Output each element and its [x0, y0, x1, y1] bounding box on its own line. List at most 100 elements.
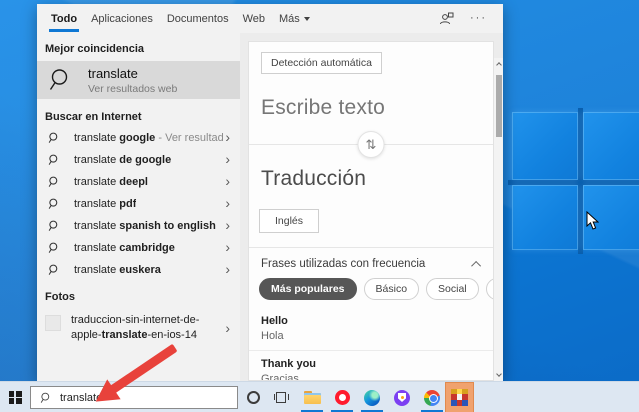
chrome-button[interactable] [417, 382, 447, 412]
tab-mas[interactable]: Más [272, 4, 317, 33]
search-icon [48, 242, 58, 253]
file-explorer-button[interactable] [297, 382, 327, 412]
search-icon [48, 154, 58, 165]
chevron-right-icon[interactable]: › [225, 240, 230, 254]
screen: Todo Aplicaciones Documentos Web Más ···… [0, 0, 639, 412]
chevron-right-icon[interactable]: › [225, 262, 230, 276]
opera-icon [334, 390, 350, 405]
photo-result-text: traduccion-sin-internet-de-apple-transla… [71, 314, 200, 341]
pill-basico[interactable]: Básico [363, 278, 420, 300]
suggestion-text: translate euskera [74, 264, 161, 276]
translator-input-placeholder[interactable]: Escribe texto [261, 96, 493, 120]
task-view-button[interactable] [266, 382, 296, 412]
collapse-chevron-icon[interactable] [471, 260, 482, 271]
scrollbar-thumb[interactable] [495, 75, 502, 137]
section-header-web: Buscar en Internet [45, 111, 142, 123]
suggestion-text: translate deepl [74, 176, 148, 188]
suggestion-row[interactable]: translate spanish to english › [37, 215, 240, 237]
phrases-header-label: Frases utilizadas con frecuencia [261, 258, 426, 270]
chrome-icon [424, 389, 440, 406]
scroll-up-icon[interactable] [495, 60, 502, 70]
start-button[interactable] [0, 382, 30, 412]
tab-web[interactable]: Web [236, 4, 272, 33]
phrase-row[interactable]: Thank you Gracias [249, 350, 493, 381]
photo-result-row[interactable]: traduccion-sin-internet-de-apple-transla… [37, 307, 240, 349]
windows-logo [512, 112, 639, 250]
search-icon [48, 264, 58, 275]
search-icon [48, 198, 58, 209]
search-icon [40, 392, 50, 403]
suggestion-row[interactable]: translate de google › [37, 149, 240, 171]
suggestion-text: translate pdf [74, 198, 137, 210]
suggestion-row[interactable]: translate euskera › [37, 259, 240, 281]
search-icon [48, 176, 58, 187]
file-explorer-icon [303, 391, 321, 404]
windows-start-icon [8, 391, 22, 404]
detect-language-button[interactable]: Detección automática [261, 52, 382, 74]
suggestion-text: translate google - Ver resultados web [74, 132, 224, 144]
phrase-category-pills: Más populares Básico Social Viaje Comida [259, 278, 493, 300]
windows-search-flyout: Todo Aplicaciones Documentos Web Más ···… [37, 4, 503, 407]
suggestion-text: translate de google [74, 154, 172, 166]
best-match-result[interactable]: translate Ver resultados web [37, 61, 240, 99]
translator-divider: ⇅ [249, 131, 493, 158]
chevron-right-icon[interactable]: › [225, 130, 230, 144]
search-icon [48, 132, 58, 143]
section-header-photos: Fotos [45, 291, 75, 303]
more-options-icon[interactable]: ··· [470, 13, 487, 24]
pill-mas-populares[interactable]: Más populares [259, 278, 357, 300]
chevron-right-icon[interactable]: › [225, 152, 230, 166]
tab-aplicaciones[interactable]: Aplicaciones [84, 4, 160, 33]
phrase-target: Hola [261, 330, 284, 342]
swap-icon: ⇅ [365, 136, 377, 152]
swap-languages-button[interactable]: ⇅ [357, 131, 385, 158]
security-app-button[interactable] [387, 382, 417, 412]
suggestion-text: translate spanish to english [74, 220, 216, 232]
tab-documentos[interactable]: Documentos [160, 4, 236, 33]
search-preview-area: Detección automática Escribe texto ⇅ Tra… [240, 33, 503, 381]
suggestion-row[interactable]: translate deepl › [37, 171, 240, 193]
search-icon [49, 69, 68, 90]
phrase-source: Hello [261, 315, 288, 327]
phrase-row[interactable]: Hello Hola [249, 308, 493, 350]
search-icon [48, 220, 58, 231]
task-view-icon [273, 391, 289, 404]
chevron-right-icon[interactable]: › [225, 174, 230, 188]
chevron-right-icon[interactable]: › [225, 321, 230, 335]
suggestion-row[interactable]: translate cambridge › [37, 237, 240, 259]
chevron-right-icon[interactable]: › [225, 218, 230, 232]
taskbar-search-box[interactable]: translate [30, 386, 238, 409]
search-results-column: Mejor coincidencia translate Ver resulta… [37, 33, 240, 381]
translator-output-title: Traducción [261, 167, 367, 190]
cortana-icon [246, 391, 260, 404]
phrase-target: Gracias [261, 373, 299, 381]
opera-button[interactable] [327, 382, 357, 412]
cortana-button[interactable] [238, 382, 268, 412]
suggestion-text: translate cambridge [74, 242, 175, 254]
scrollbar[interactable] [494, 58, 503, 381]
mouse-cursor-icon [586, 211, 599, 230]
edge-button[interactable] [357, 382, 387, 412]
pill-viaje[interactable]: Viaje [485, 278, 493, 300]
phrases-header-row: Frases utilizadas con frecuencia [261, 258, 482, 271]
feedback-person-icon[interactable] [439, 12, 454, 25]
search-tabbar: Todo Aplicaciones Documentos Web Más ··· [37, 4, 503, 33]
pill-social[interactable]: Social [426, 278, 479, 300]
shield-icon [394, 389, 410, 406]
phrase-source: Thank you [261, 358, 317, 370]
active-app-icon [451, 389, 468, 406]
section-header-best-match: Mejor coincidencia [45, 43, 145, 55]
best-match-subtitle: Ver resultados web [88, 82, 178, 95]
tab-todo[interactable]: Todo [44, 4, 84, 33]
photo-thumbnail [45, 315, 61, 331]
suggestion-row[interactable]: translate pdf › [37, 193, 240, 215]
active-app-button[interactable] [445, 382, 474, 412]
target-language-button[interactable]: Inglés [259, 209, 320, 233]
edge-icon [364, 389, 380, 406]
best-match-title: translate [88, 65, 138, 81]
suggestion-row[interactable]: translate google - Ver resultados web › [37, 127, 240, 149]
chevron-right-icon[interactable]: › [225, 196, 230, 210]
scroll-down-icon[interactable] [495, 369, 502, 379]
dropdown-arrow-icon [303, 17, 310, 21]
translator-card: Detección automática Escribe texto ⇅ Tra… [248, 41, 494, 381]
